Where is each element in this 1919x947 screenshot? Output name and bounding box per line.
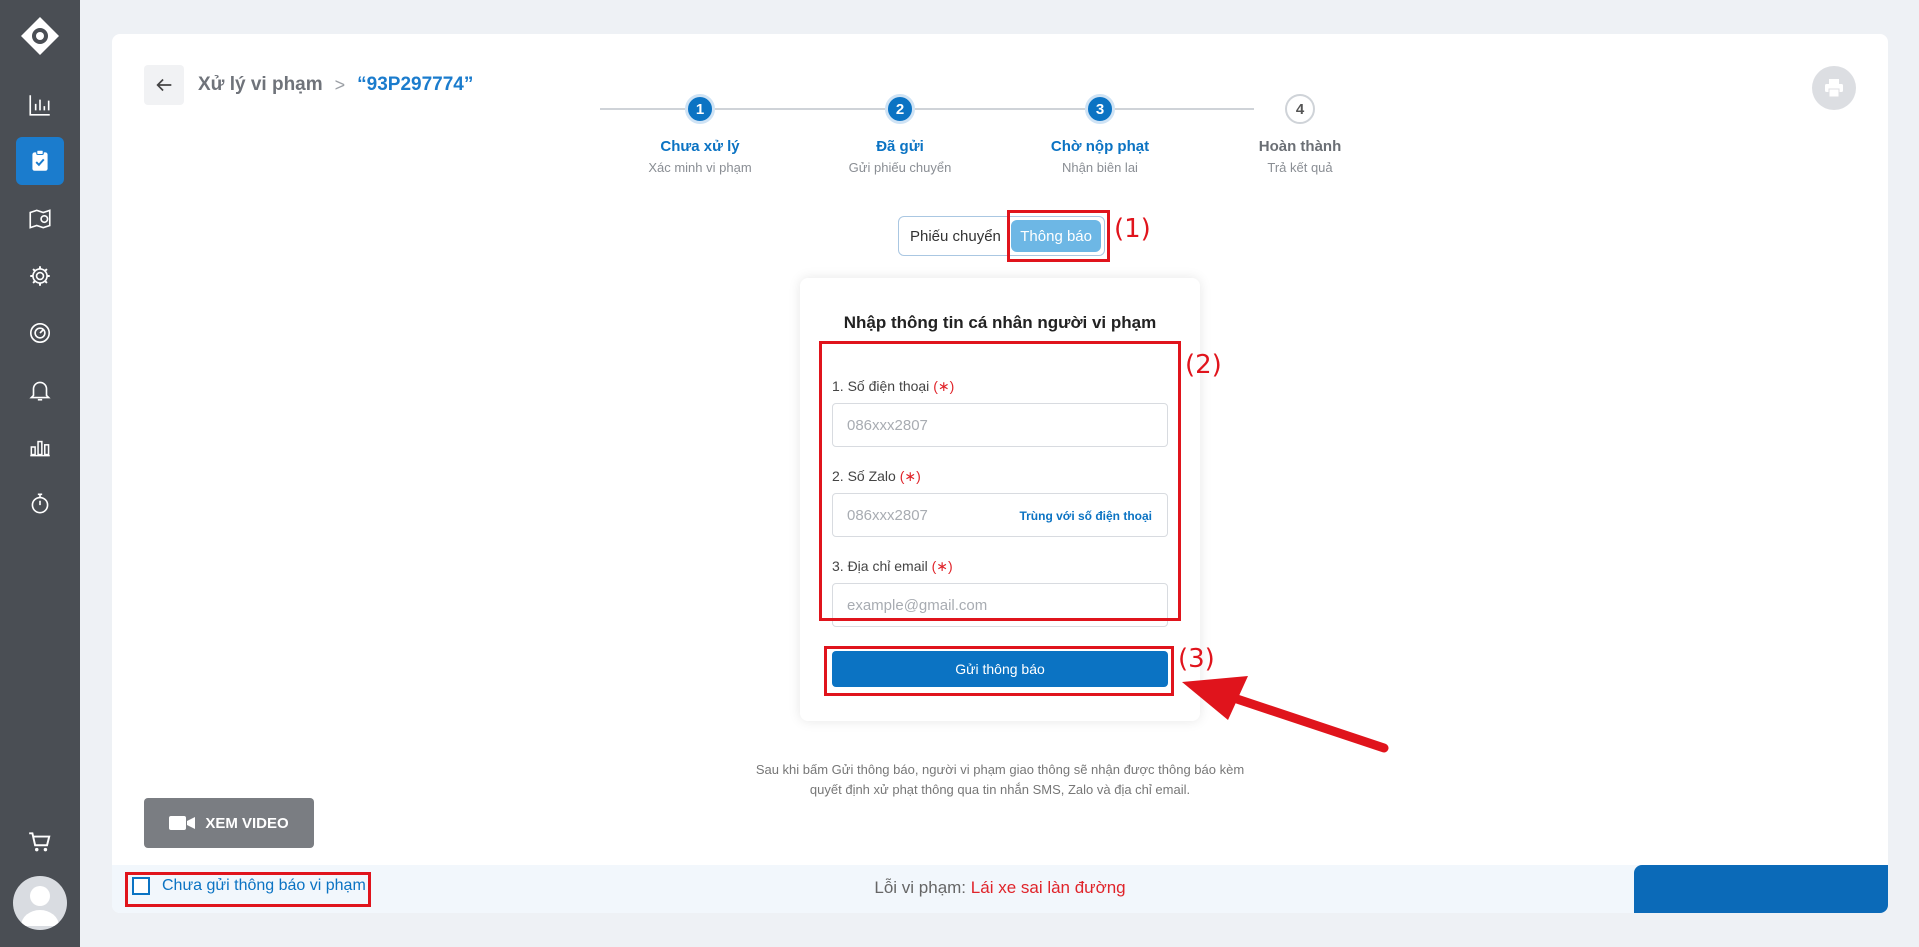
bar-stats-icon bbox=[30, 440, 50, 457]
step-subtitle: Trả kết quả bbox=[1267, 160, 1333, 175]
step-number: 3 bbox=[1085, 94, 1115, 124]
bell-icon bbox=[29, 381, 51, 401]
watch-video-label: XEM VIDEO bbox=[205, 814, 289, 832]
step-title: Chờ nộp phạt bbox=[1050, 138, 1150, 155]
step-subtitle: Nhận biên lai bbox=[1062, 160, 1138, 175]
step-title: Đã gửi bbox=[876, 138, 924, 155]
annotation-label-1: (1) bbox=[1114, 214, 1151, 244]
sidebar bbox=[0, 0, 80, 947]
annotation-box-1 bbox=[1007, 210, 1110, 262]
violation-label: Lỗi vi phạm: bbox=[874, 878, 967, 897]
app-logo-icon[interactable] bbox=[20, 16, 60, 56]
step-subtitle: Gửi phiếu chuyển bbox=[848, 160, 952, 175]
annotation-box-3 bbox=[824, 646, 1174, 696]
clipboard-check-icon bbox=[32, 149, 48, 171]
sidebar-item-chart[interactable] bbox=[16, 81, 64, 129]
watch-video-button[interactable]: XEM VIDEO bbox=[144, 798, 314, 848]
step-subtitle: Xác minh vi phạm bbox=[648, 160, 752, 175]
progress-stepper: 1 Chưa xử lý Xác minh vi phạm 2 Đã gửi G… bbox=[112, 94, 1888, 194]
step-title: Hoàn thành bbox=[1258, 138, 1342, 155]
tab-phieu-chuyen[interactable]: Phiếu chuyển bbox=[902, 220, 1009, 252]
annotation-box-2 bbox=[819, 341, 1181, 621]
annotation-arrow-icon bbox=[1182, 676, 1389, 753]
sidebar-item-timer[interactable] bbox=[16, 480, 64, 528]
step-2: 2 Đã gửi Gửi phiếu chuyển bbox=[800, 94, 1000, 175]
info-note-line-1: Sau khi bấm Gửi thông báo, người vi phạm… bbox=[755, 762, 1245, 777]
avatar[interactable] bbox=[13, 876, 67, 930]
breadcrumb-current: “93P297774” bbox=[357, 74, 474, 95]
sidebar-item-map[interactable] bbox=[16, 195, 64, 243]
step-title: Chưa xử lý bbox=[660, 138, 740, 155]
timer-icon bbox=[31, 493, 49, 514]
step-4: 4 Hoàn thành Trả kết quả bbox=[1200, 94, 1400, 175]
sidebar-item-cart[interactable] bbox=[16, 818, 64, 866]
breadcrumb-separator: > bbox=[334, 74, 346, 95]
chart-icon bbox=[29, 95, 50, 116]
speedometer-icon bbox=[29, 322, 51, 344]
violation-info: Lỗi vi phạm: Lái xe sai làn đường bbox=[112, 878, 1888, 898]
step-1: 1 Chưa xử lý Xác minh vi phạm bbox=[600, 94, 800, 175]
step-number: 2 bbox=[885, 94, 915, 124]
video-camera-icon bbox=[169, 816, 196, 830]
info-note: Sau khi bấm Gửi thông báo, người vi phạm… bbox=[112, 760, 1888, 800]
status-bar: Chưa gửi thông báo vi phạm Lỗi vi phạm: … bbox=[112, 865, 1888, 913]
cart-icon bbox=[29, 832, 51, 852]
sidebar-item-settings[interactable] bbox=[16, 252, 64, 300]
form-title: Nhập thông tin cá nhân người vi phạm bbox=[843, 313, 1157, 332]
sidebar-item-violations[interactable] bbox=[16, 137, 64, 185]
sidebar-item-stats[interactable] bbox=[16, 423, 64, 471]
breadcrumb: Xử lý vi phạm > “93P297774” bbox=[198, 74, 473, 96]
breadcrumb-parent[interactable]: Xử lý vi phạm bbox=[198, 74, 323, 96]
arrow-left-icon bbox=[156, 78, 172, 92]
annotation-box-4 bbox=[125, 872, 371, 907]
step-number: 1 bbox=[685, 94, 715, 124]
sidebar-item-speed[interactable] bbox=[16, 309, 64, 357]
violation-value: Lái xe sai làn đường bbox=[970, 878, 1126, 897]
gear-icon bbox=[30, 266, 50, 286]
primary-action-button[interactable] bbox=[1634, 865, 1888, 913]
annotation-label-2: (2) bbox=[1185, 350, 1222, 380]
step-number: 4 bbox=[1285, 94, 1315, 124]
info-note-line-2: quyết định xử phạt thông qua tin nhắn SM… bbox=[809, 782, 1191, 797]
map-pin-icon bbox=[29, 209, 51, 229]
sidebar-item-alerts[interactable] bbox=[16, 366, 64, 414]
step-3: 3 Chờ nộp phạt Nhận biên lai bbox=[1000, 94, 1200, 175]
